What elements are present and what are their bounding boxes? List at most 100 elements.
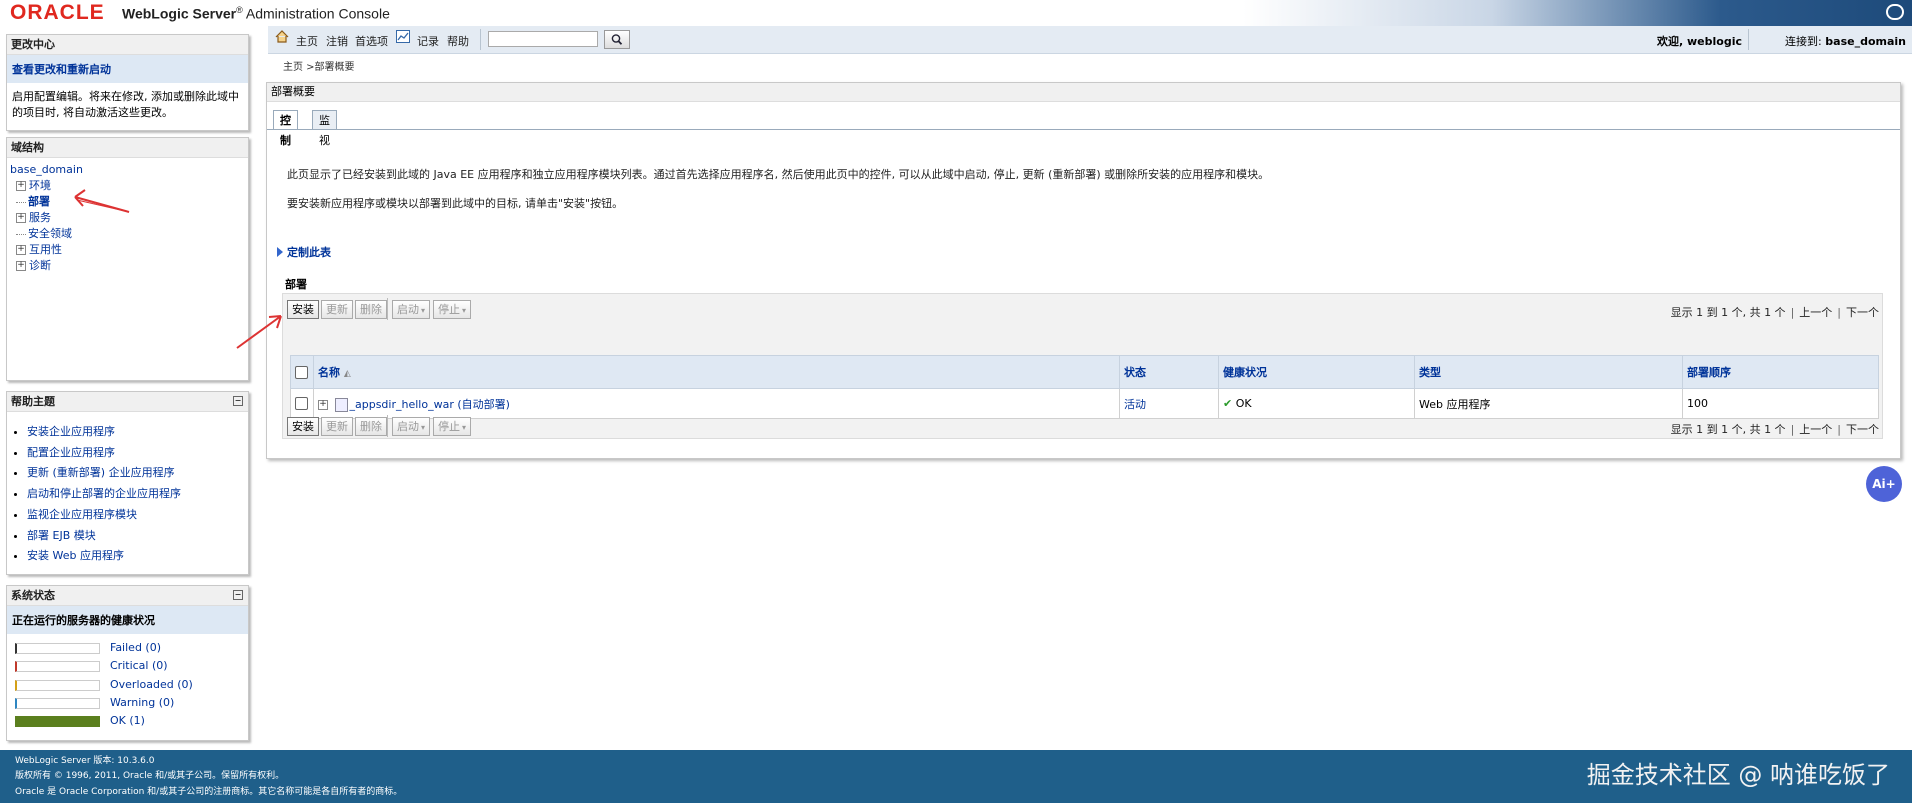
status-bar xyxy=(15,716,100,728)
tab-monitoring[interactable]: 监视 xyxy=(312,110,337,147)
status-bar xyxy=(15,697,100,709)
delete-button[interactable]: 删除 xyxy=(355,300,387,319)
deployment-state-link[interactable]: 活动 xyxy=(1124,398,1146,411)
tree-item-interoperability[interactable]: 互用性 xyxy=(29,243,62,256)
help-link[interactable]: 帮助 xyxy=(447,33,469,49)
status-row-warning: Warning (0) xyxy=(7,695,248,713)
domain-tree: base_domain + 环境 部署 + 服务 安全领域 + 互用性 + 诊断 xyxy=(7,158,248,278)
status-link[interactable]: OK (1) xyxy=(110,714,145,727)
header-bar: ORACLE WebLogic Server® Administration C… xyxy=(0,0,1912,26)
customize-table-link[interactable]: 定制此表 xyxy=(277,244,331,260)
col-type[interactable]: 类型 xyxy=(1414,355,1683,389)
status-link[interactable]: Failed (0) xyxy=(110,641,161,654)
start-dropdown[interactable]: 启动 ▾ xyxy=(392,300,431,319)
view-changes-link[interactable]: 查看更改和重新启动 xyxy=(7,55,248,83)
type-cell: Web 应用程序 xyxy=(1414,388,1683,419)
install-button[interactable]: 安装 xyxy=(287,417,319,436)
tree-root-base-domain[interactable]: base_domain xyxy=(10,163,83,176)
record-icon[interactable] xyxy=(396,30,410,43)
tree-item-security-realms[interactable]: 安全领域 xyxy=(28,227,72,240)
collapse-icon[interactable]: − xyxy=(233,396,243,406)
help-link[interactable]: 配置企业应用程序 xyxy=(27,446,115,459)
system-status-panel: 系统状态 − 正在运行的服务器的健康状况 Failed (0) Critical … xyxy=(6,585,249,741)
footer: WebLogic Server 版本: 10.3.6.0 版权所有 © 1996… xyxy=(0,750,1912,803)
help-link[interactable]: 安装 Web 应用程序 xyxy=(27,549,124,562)
status-row-ok: OK (1) xyxy=(7,713,248,731)
change-center-title: 更改中心 xyxy=(7,35,248,55)
stop-dropdown[interactable]: 停止 ▾ xyxy=(433,417,472,436)
pager: 显示 1 到 1 个, 共 1 个 | 上一个 | 下一个 xyxy=(1670,306,1879,319)
status-bar xyxy=(15,679,100,691)
col-health[interactable]: 健康状况 xyxy=(1218,355,1415,389)
expand-icon[interactable]: + xyxy=(16,245,26,255)
help-link[interactable]: 更新 (重新部署) 企业应用程序 xyxy=(27,466,175,479)
help-link[interactable]: 启动和停止部署的企业应用程序 xyxy=(27,487,181,500)
system-status-title: 系统状态 − xyxy=(7,586,248,606)
deployment-name-link[interactable]: _appsdir_hello_war (自动部署) xyxy=(350,398,510,411)
collapse-icon[interactable]: − xyxy=(233,590,243,600)
help-link[interactable]: 监视企业应用程序模块 xyxy=(27,508,137,521)
status-link[interactable]: Warning (0) xyxy=(110,696,174,709)
logout-link[interactable]: 注销 xyxy=(326,33,348,49)
deployments-table-container: 安装 更新 删除 启动 ▾ 停止 ▾ 显示 1 到 1 个, 共 1 个 | 上一个 | 下… xyxy=(282,293,1883,439)
deployments-summary-panel: 部署概要 控制 监视 此页显示了已经安装到此域的 Java EE 应用程序和独立… xyxy=(266,82,1901,459)
delete-button[interactable]: 删除 xyxy=(355,417,387,436)
expand-triangle-icon xyxy=(277,247,283,257)
update-button[interactable]: 更新 xyxy=(321,417,353,436)
search-input[interactable] xyxy=(488,31,598,47)
annotation-arrow-icon xyxy=(236,315,282,349)
prev-link[interactable]: 上一个 xyxy=(1799,423,1832,436)
expand-icon[interactable]: + xyxy=(16,261,26,271)
expand-icon[interactable]: + xyxy=(318,399,328,410)
search-icon xyxy=(611,34,623,45)
breadcrumb[interactable]: 主页 >部署概要 xyxy=(283,58,355,73)
chevron-down-icon: ▾ xyxy=(462,306,467,315)
watermark: 掘金技术社区 @ 呐谁吃饭了 xyxy=(1586,761,1890,789)
status-link[interactable]: Overloaded (0) xyxy=(110,678,193,691)
status-bar xyxy=(15,643,100,654)
top-toolbar: 主页 注销 首选项 记录 帮助 欢迎, weblogic 连接到: base_d… xyxy=(268,26,1912,54)
status-bar xyxy=(15,661,100,673)
row-checkbox[interactable] xyxy=(295,397,308,411)
update-button[interactable]: 更新 xyxy=(321,300,353,319)
col-state[interactable]: 状态 xyxy=(1119,355,1219,389)
tree-item-environment[interactable]: 环境 xyxy=(29,179,51,192)
stop-dropdown[interactable]: 停止 ▾ xyxy=(433,300,472,319)
system-status-subtitle: 正在运行的服务器的健康状况 xyxy=(7,606,248,634)
start-dropdown[interactable]: 启动 ▾ xyxy=(392,417,431,436)
next-link[interactable]: 下一个 xyxy=(1846,423,1879,436)
next-link[interactable]: 下一个 xyxy=(1846,306,1879,319)
tree-item-diagnostics[interactable]: 诊断 xyxy=(29,259,51,272)
pager: 显示 1 到 1 个, 共 1 个 | 上一个 | 下一个 xyxy=(1670,423,1879,436)
table-row: + _appsdir_hello_war (自动部署) 活动 ✔ OK Web … xyxy=(290,388,1879,419)
preferences-link[interactable]: 首选项 xyxy=(355,33,388,49)
install-hint: 要安装新应用程序或模块以部署到此域中的目标, 请单击"安装"按钮。 xyxy=(287,197,624,210)
help-link[interactable]: 安装企业应用程序 xyxy=(27,425,115,438)
deployments-table: 名称 ◭ 状态 健康状况 类型 部署顺序 + _appsdir_hello_wa… xyxy=(290,355,1879,419)
footer-copyright: 版权所有 © 1996, 2011, Oracle 和/或其子公司。保留所有权利… xyxy=(15,771,285,781)
welcome-text: 欢迎, weblogic xyxy=(1657,35,1742,48)
home-icon[interactable] xyxy=(275,30,289,43)
health-value: OK xyxy=(1235,397,1252,410)
tree-item-deployments[interactable]: 部署 xyxy=(28,195,50,208)
expand-icon[interactable]: + xyxy=(16,213,26,223)
help-link[interactable]: 部署 EJB 模块 xyxy=(27,529,96,542)
col-name[interactable]: 名称 ◭ xyxy=(313,355,1120,389)
change-center-panel: 更改中心 查看更改和重新启动 启用配置编辑。将来在修改, 添加或删除此域中的项目… xyxy=(6,34,249,131)
select-all-checkbox[interactable] xyxy=(295,365,308,379)
sort-icon[interactable]: ◭ xyxy=(344,369,351,379)
annotation-arrow-icon xyxy=(74,189,130,213)
select-all-cell xyxy=(290,355,314,389)
prev-link[interactable]: 上一个 xyxy=(1799,306,1832,319)
connected-to: 连接到: base_domain xyxy=(1785,35,1906,48)
tree-item-services[interactable]: 服务 xyxy=(29,211,51,224)
record-link[interactable]: 记录 xyxy=(417,33,439,49)
home-link[interactable]: 主页 xyxy=(296,33,318,49)
col-order[interactable]: 部署顺序 xyxy=(1682,355,1879,389)
ai-assistant-button[interactable]: Ai+ xyxy=(1866,466,1902,502)
help-topics-title: 帮助主题 − xyxy=(7,392,248,412)
search-button[interactable] xyxy=(604,30,630,49)
status-link[interactable]: Critical (0) xyxy=(110,659,168,672)
expand-icon[interactable]: + xyxy=(16,181,26,191)
tab-control[interactable]: 控制 xyxy=(273,110,298,147)
